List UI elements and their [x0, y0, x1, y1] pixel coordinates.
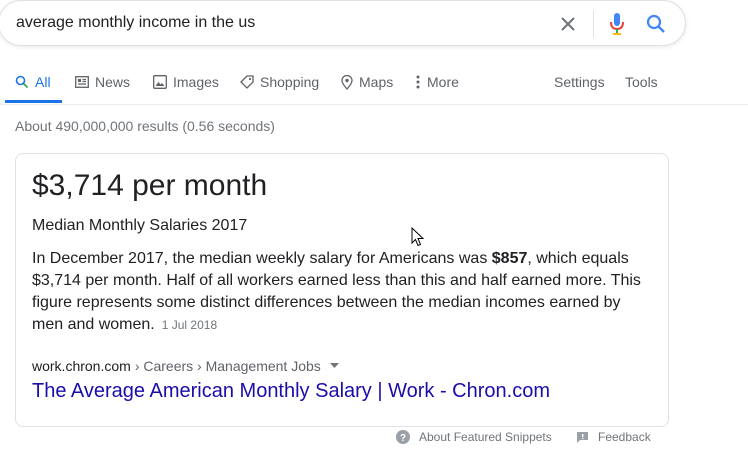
chevron-down-icon[interactable] [329, 363, 339, 369]
mic-icon[interactable] [608, 12, 626, 36]
tab-label: News [95, 74, 131, 90]
svg-text:?: ? [400, 433, 406, 444]
snippet-bold-value: $857 [491, 250, 528, 267]
tab-label: All [35, 74, 51, 90]
about-featured-snippets[interactable]: ? About Featured Snippets [396, 430, 552, 444]
search-input[interactable]: average monthly income in the us [16, 14, 255, 32]
search-bar: average monthly income in the us [0, 0, 686, 46]
search-bar-divider [593, 10, 594, 38]
tab-maps[interactable]: Maps [341, 62, 393, 102]
snippet-answer: $3,714 per month [32, 169, 268, 202]
tab-label: Maps [359, 74, 394, 90]
tab-more[interactable]: More [416, 62, 459, 102]
tab-label: Images [173, 74, 219, 90]
clear-icon[interactable] [558, 14, 578, 34]
feedback-icon [577, 431, 588, 443]
snippet-text: In December 2017, the median weekly sala… [32, 248, 652, 336]
shopping-tag-icon [240, 75, 254, 89]
source-path: › Careers › Management Jobs [134, 358, 321, 374]
snippet-date: 1 Jul 2018 [161, 318, 218, 332]
result-stats: About 490,000,000 results (0.56 seconds) [15, 118, 275, 134]
search-tabs: All News Images Shopping Maps More Setti… [0, 62, 748, 105]
result-link-title[interactable]: The Average American Monthly Salary | Wo… [32, 380, 550, 403]
settings-link[interactable]: Settings [554, 62, 605, 102]
feedback-link[interactable]: Feedback [576, 430, 651, 444]
tab-images[interactable]: Images [153, 62, 219, 102]
tab-news[interactable]: News [75, 62, 130, 102]
about-label: About Featured Snippets [419, 430, 552, 444]
tab-label: More [427, 74, 459, 90]
help-icon: ? [396, 430, 410, 444]
tab-shopping[interactable]: Shopping [240, 62, 319, 102]
tab-label: Shopping [260, 74, 320, 90]
snippet-text-before: In December 2017, the median weekly sala… [32, 250, 492, 267]
maps-pin-icon [341, 74, 353, 90]
images-icon [153, 75, 167, 89]
featured-snippet-card: $3,714 per month Median Monthly Salaries… [15, 153, 669, 427]
source-breadcrumb: work.chron.com › Careers › Management Jo… [32, 358, 339, 374]
search-icon[interactable] [645, 13, 667, 35]
mouse-cursor-icon [411, 227, 425, 247]
source-domain: work.chron.com [32, 358, 131, 374]
tab-all[interactable]: All [15, 62, 51, 102]
feedback-label: Feedback [598, 430, 651, 444]
news-icon [75, 76, 89, 88]
tools-link[interactable]: Tools [625, 62, 658, 102]
search-icon [15, 75, 29, 89]
active-tab-indicator [5, 100, 62, 103]
snippet-subtitle: Median Monthly Salaries 2017 [32, 217, 248, 234]
more-dots-icon [416, 75, 420, 89]
